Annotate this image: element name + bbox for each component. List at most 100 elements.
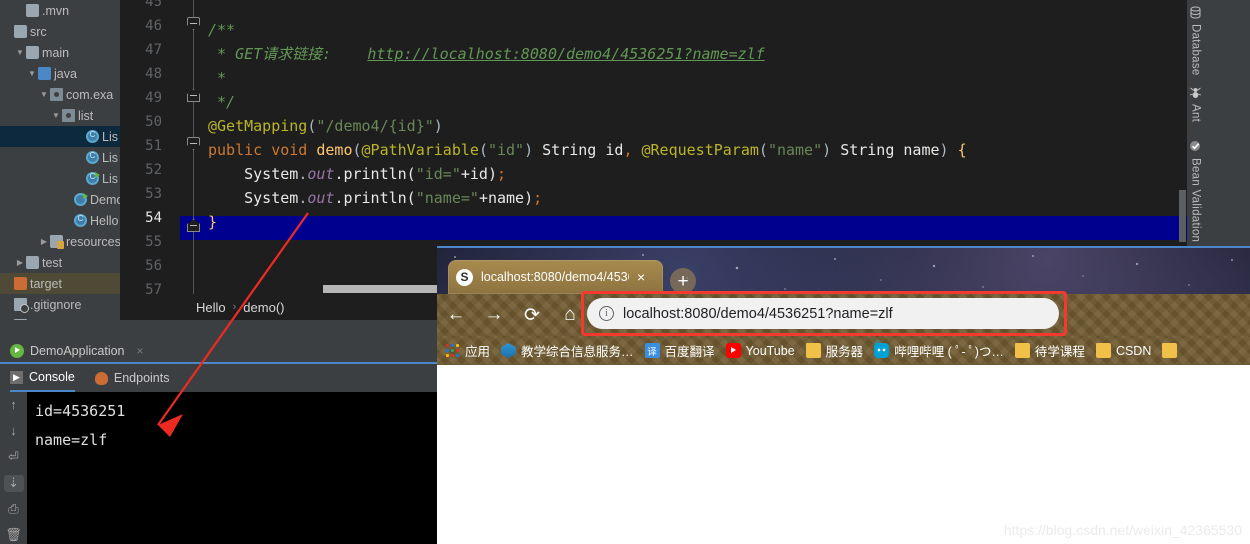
line-number-45: 45 bbox=[145, 0, 162, 10]
code-token: /** bbox=[208, 21, 236, 39]
fold-marker-collapse-51[interactable] bbox=[187, 137, 200, 150]
scroll-to-end-icon[interactable]: ⇣ bbox=[3, 474, 24, 492]
gitignore-file-icon bbox=[14, 298, 29, 313]
bookmark-item[interactable]: 服务器 bbox=[805, 341, 863, 360]
tree-item-lis[interactable]: Lis bbox=[0, 126, 120, 147]
tree-item-resources[interactable]: ▶ resources bbox=[0, 231, 120, 252]
code-token: */ bbox=[208, 93, 236, 111]
fold-marker-end-49[interactable] bbox=[187, 89, 200, 102]
tree-item-target[interactable]: target bbox=[0, 273, 120, 294]
tree-item-lis[interactable]: Lis bbox=[0, 147, 120, 168]
bookmarks-bar[interactable]: 应用 教学综合信息服务… 译百度翻译 YouTube 服务器 哔哩哔哩 ( ﾟ- ﾟ)つ…… bbox=[437, 336, 1250, 365]
scroll-up-icon[interactable]: ↑ bbox=[4, 396, 24, 413]
code-line-49: */ bbox=[208, 90, 235, 114]
tree-item-list[interactable]: ▼ list bbox=[0, 105, 120, 126]
tool-tab-database[interactable]: Database bbox=[1187, 6, 1204, 90]
tree-item-label: Demo bbox=[90, 192, 120, 207]
page-viewport[interactable]: https://blog.csdn.net/weixin_42365530 bbox=[437, 365, 1250, 544]
breadcrumb-class[interactable]: Hello bbox=[196, 300, 226, 315]
bookmark-item[interactable]: 教学综合信息服务… bbox=[501, 341, 634, 360]
chevron-right-icon[interactable]: ▶ bbox=[38, 237, 50, 246]
java-class-icon bbox=[86, 130, 99, 143]
tree-item-java[interactable]: ▼ java bbox=[0, 63, 120, 84]
folder-orange-icon bbox=[14, 277, 27, 290]
code-token: GET请求链接: bbox=[235, 45, 332, 63]
reload-button[interactable]: ⟳ bbox=[513, 294, 551, 336]
spring-run-icon bbox=[10, 344, 24, 358]
code-token: "name" bbox=[767, 141, 823, 159]
bookmark-item[interactable]: 应用 bbox=[445, 341, 490, 360]
bookmark-item[interactable]: 译百度翻译 bbox=[644, 341, 715, 360]
console-icon: ▶ bbox=[10, 370, 23, 384]
project-tree[interactable]: .mvn src ▼ main ▼ java ▼ com.exa ▼ list Lis Lis Lis D… bbox=[0, 0, 120, 320]
browser-window[interactable]: localhost:8080/demo4/45362 × + ← → ⟳ ⌂ i… bbox=[437, 246, 1250, 544]
print-icon[interactable]: ⎙ bbox=[4, 501, 24, 518]
clear-all-icon[interactable]: 🗑 bbox=[4, 527, 24, 544]
tree-item-main[interactable]: ▼ main bbox=[0, 42, 120, 63]
tree-item-test[interactable]: ▶ test bbox=[0, 252, 120, 273]
tree-item-label: resources bbox=[66, 234, 120, 249]
java-class-runnable-icon bbox=[86, 172, 100, 185]
scroll-down-icon[interactable]: ↓ bbox=[4, 422, 24, 439]
chevron-down-icon[interactable]: ▼ bbox=[50, 111, 62, 120]
tree-item-label: Hello bbox=[90, 213, 119, 228]
breadcrumb-method[interactable]: demo() bbox=[243, 300, 284, 315]
forward-button[interactable]: → bbox=[475, 294, 513, 336]
close-icon[interactable]: × bbox=[137, 344, 144, 358]
tree-item-label: java bbox=[54, 66, 77, 81]
code-token: .println( bbox=[334, 189, 416, 207]
tree-item-lis[interactable]: Lis bbox=[0, 168, 120, 189]
resources-folder-icon bbox=[50, 235, 64, 249]
run-tool-tab[interactable]: DemoApplication × bbox=[0, 340, 437, 364]
browser-tab[interactable]: localhost:8080/demo4/45362 × bbox=[448, 260, 663, 294]
folder-icon bbox=[1162, 343, 1178, 358]
bookmark-item[interactable]: 待学课程 bbox=[1014, 341, 1085, 360]
tool-tab-bean-validation[interactable]: Bean Validation bbox=[1187, 140, 1204, 252]
tab-console[interactable]: ▶ Console bbox=[10, 364, 75, 392]
bookmark-item[interactable]: YouTube bbox=[725, 343, 795, 358]
fold-marker-collapse-46[interactable] bbox=[187, 17, 200, 30]
chevron-down-icon[interactable]: ▼ bbox=[26, 69, 38, 78]
code-token: .println( bbox=[334, 165, 416, 183]
tree-item-demo[interactable]: Demo bbox=[0, 189, 120, 210]
chevron-right-icon[interactable]: ▶ bbox=[14, 258, 26, 267]
editor-gutter[interactable]: 45 46 47 48 49 50 51 52 53 54 55 56 57 bbox=[120, 0, 180, 294]
folder-icon bbox=[1014, 343, 1030, 358]
tree-item-back-end-iml[interactable]: Back-end.iml bbox=[0, 315, 120, 320]
code-token: ) bbox=[524, 141, 543, 159]
code-token: "/demo4/{id}" bbox=[316, 117, 434, 135]
chevron-down-icon[interactable]: ▼ bbox=[38, 90, 50, 99]
bookmark-item[interactable]: 哔哩哔哩 ( ﾟ- ﾟ)つ… bbox=[874, 341, 1004, 360]
tree-item--mvn[interactable]: .mvn bbox=[0, 0, 120, 21]
run-subtabs[interactable]: ▶ Console Endpoints bbox=[0, 364, 437, 392]
folder-icon bbox=[805, 343, 821, 358]
tab-endpoints[interactable]: Endpoints bbox=[94, 364, 169, 392]
bookmark-item[interactable] bbox=[1162, 343, 1178, 358]
bookmark-item[interactable]: CSDN bbox=[1095, 343, 1151, 358]
tool-tab-ant[interactable]: Ant bbox=[1187, 86, 1204, 138]
line-number-55: 55 bbox=[145, 234, 162, 250]
soft-wrap-icon[interactable]: ⏎ bbox=[4, 448, 24, 465]
tool-tab-bean-validation-label: Bean Validation bbox=[1189, 158, 1202, 243]
tree-item-com-exa[interactable]: ▼ com.exa bbox=[0, 84, 120, 105]
code-token[interactable]: http://localhost:8080/demo4/4536251?name… bbox=[367, 45, 764, 63]
line-number-49: 49 bbox=[145, 90, 162, 106]
tree-item-src[interactable]: src bbox=[0, 21, 120, 42]
tree-item-label: Lis bbox=[102, 171, 118, 186]
tree-item--gitignore[interactable]: .gitignore bbox=[0, 294, 120, 315]
console-output[interactable]: id=4536251 name=zlf bbox=[27, 392, 437, 544]
chevron-down-icon[interactable]: ▼ bbox=[14, 48, 26, 57]
tree-item-hello[interactable]: Hello bbox=[0, 210, 120, 231]
code-token: void bbox=[271, 141, 308, 159]
close-icon[interactable]: × bbox=[637, 269, 645, 285]
browser-tab-strip[interactable]: localhost:8080/demo4/45362 × + bbox=[437, 246, 1250, 294]
code-token: System bbox=[244, 165, 299, 183]
bookmark-label: YouTube bbox=[745, 343, 795, 358]
code-token: * bbox=[208, 45, 236, 63]
youtube-icon bbox=[725, 343, 741, 358]
back-button[interactable]: ← bbox=[437, 294, 475, 336]
database-icon bbox=[1190, 6, 1201, 19]
run-side-toolbar[interactable]: ↑ ↓ ⏎ ⇣ ⎙ 🗑 bbox=[0, 392, 27, 544]
